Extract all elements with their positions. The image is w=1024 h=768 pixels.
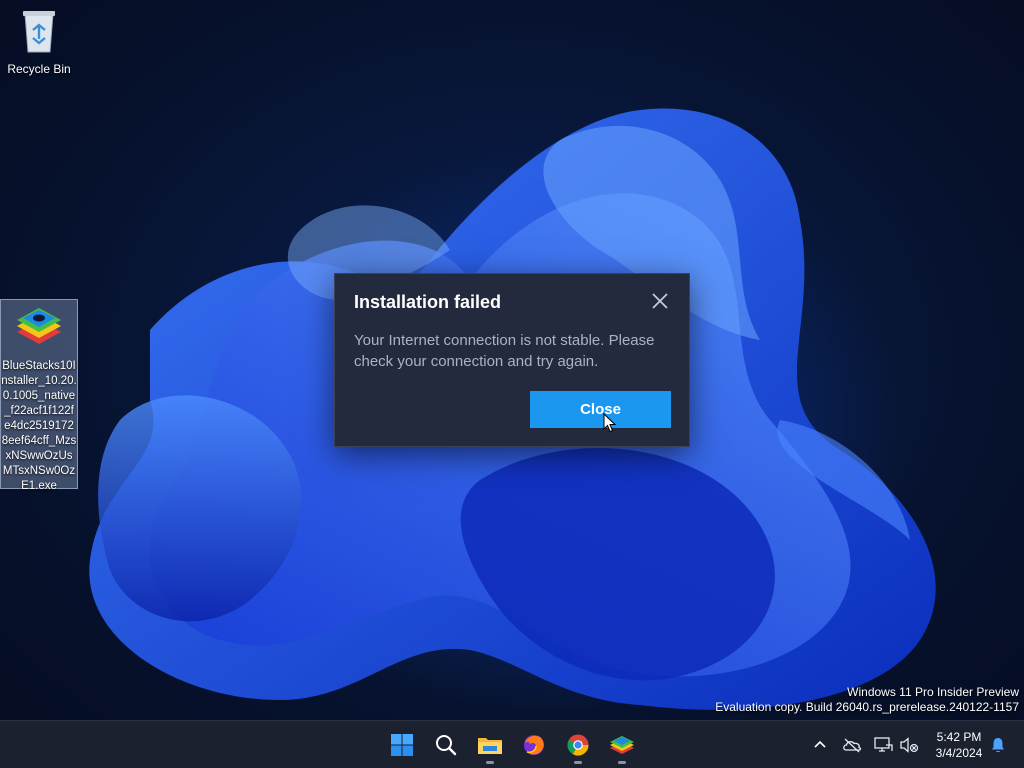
watermark-line-1: Windows 11 Pro Insider Preview [847,685,1019,699]
firefox-icon[interactable] [514,725,554,765]
notification-bell-icon[interactable] [986,733,1010,757]
search-icon[interactable] [426,725,466,765]
taskbar-clock[interactable]: 5:42 PM 3/4/2024 [926,729,992,761]
chrome-icon[interactable] [558,725,598,765]
watermark-line-2: Evaluation copy. Build 26040.rs_prerelea… [715,700,1019,714]
mouse-cursor-icon [603,412,617,437]
taskbar: 5:42 PM 3/4/2024 [0,720,1024,768]
windows-start-icon[interactable] [382,725,422,765]
running-indicator [618,761,626,764]
volume-muted-icon[interactable] [897,733,921,757]
evaluation-watermark: Windows 11 Pro Insider Preview Evaluatio… [715,685,1019,715]
desktop-icon-recycle-bin[interactable]: Recycle Bin [0,8,78,77]
dialog-title: Installation failed [354,292,502,312]
running-indicator [574,761,582,764]
clock-time: 5:42 PM [936,730,982,744]
clock-date: 3/4/2024 [935,746,983,760]
recycle-bin-icon [19,8,59,58]
desktop-icon-label: BlueStacks10Installer_10.20.0.1005_nativ… [1,360,77,492]
running-indicator [486,761,494,764]
installation-failed-dialog: Installation failed Your Internet connec… [334,273,690,447]
desktop-icon-bluestacks-installer[interactable]: BlueStacks10Installer_10.20.0.1005_nativ… [0,299,78,492]
close-icon[interactable] [649,290,671,312]
onedrive-offline-icon[interactable] [840,733,864,757]
close-button[interactable]: Close [530,391,671,428]
file-explorer-icon[interactable] [470,725,510,765]
desktop-icon-label: Recycle Bin [7,62,71,76]
chevron-up-icon[interactable] [808,733,832,757]
bluestacks-icon[interactable] [602,725,642,765]
bluestacks-icon [13,302,65,356]
dialog-message: Your Internet connection is not stable. … [354,332,655,370]
network-icon[interactable] [871,733,895,757]
